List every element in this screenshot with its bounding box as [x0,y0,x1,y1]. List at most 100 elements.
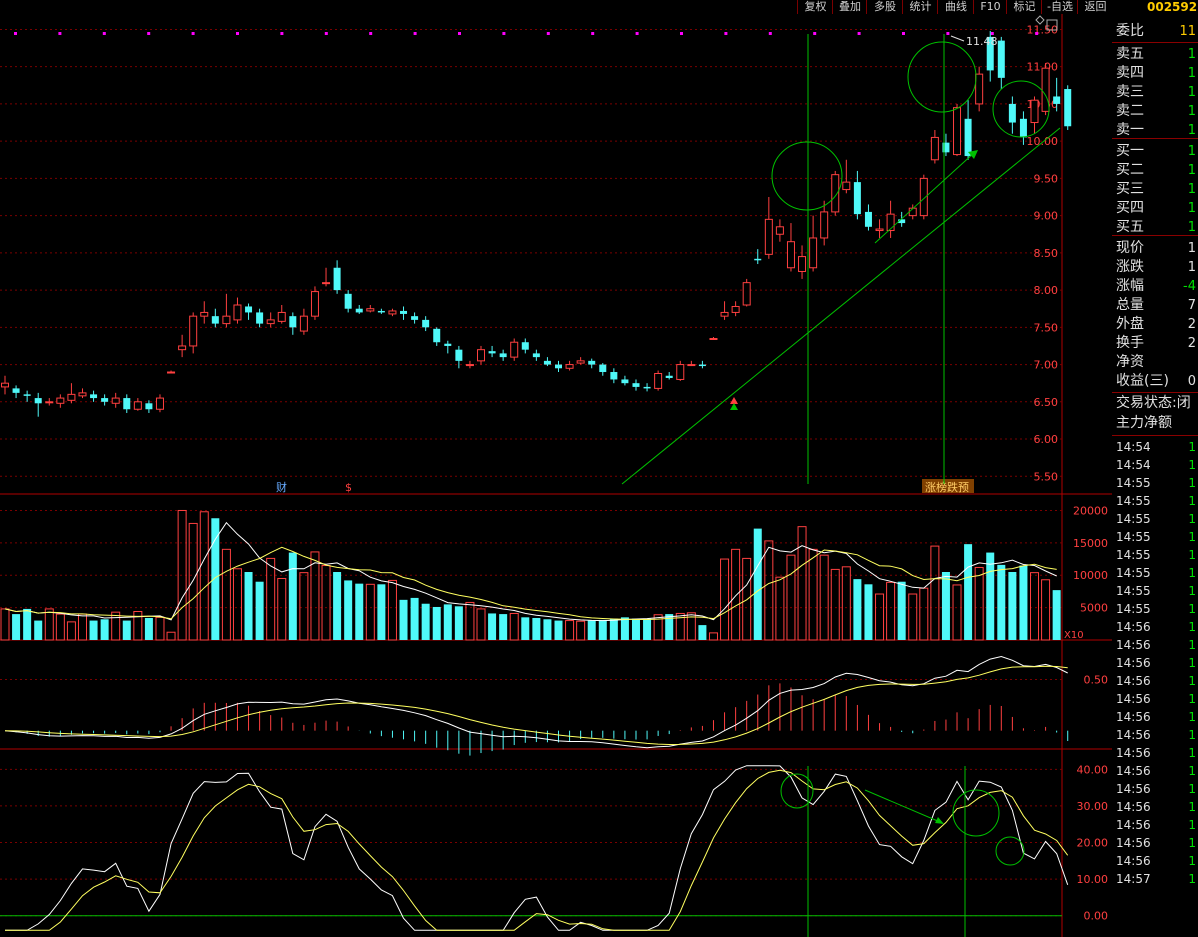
volume-bar-up [952,584,962,641]
tick-time: 14:56 [1116,728,1151,742]
volume-bar-up [266,557,276,641]
tick-volume: 1 [1188,638,1196,652]
quote-row: 买二 1 [1112,161,1198,180]
volume-bar-down [864,584,873,640]
volume-bar-up [830,568,840,641]
kdj-d-line [5,769,1069,931]
volume-bar-down [399,599,408,640]
high-price-pointer [950,35,965,42]
volume-bar-up [277,577,287,641]
kline-chart[interactable]: 11.5011.0010.5010.009.509.008.508.007.50… [0,14,1112,937]
tick-row: 14:56 1 [1112,672,1198,690]
event-marker-dot [902,32,905,35]
tick-time: 14:56 [1116,710,1151,724]
quote-value: 0 [1187,374,1196,389]
toolbar-button-4[interactable]: 曲线 [937,0,974,14]
tick-time: 14:55 [1116,512,1151,526]
volume-bar-down [1019,565,1028,640]
candle-down [245,306,253,313]
volume-bar-up [576,620,586,641]
event-label: 财 [276,480,287,494]
candle-up [56,397,65,404]
quote-row: 总量 7 [1112,296,1198,315]
event-marker-dot [102,32,106,35]
volume-bar-down [532,617,541,640]
candle-down [588,360,596,365]
candle-up [78,392,87,397]
quote-row: 收益(三) 0 [1112,372,1198,391]
tick-row: 14:55 1 [1112,474,1198,492]
annotation-arrowhead [935,817,944,824]
tick-row: 14:56 1 [1112,726,1198,744]
quote-label: 收益(三) [1116,373,1169,389]
tick-row: 14:55 1 [1112,528,1198,546]
tick-row: 14:56 1 [1112,762,1198,780]
volume-bar-up [55,613,65,641]
candle-down [377,310,385,313]
toolbar-button-0[interactable]: 复权 [797,0,833,14]
kdj-tick-label: 30.00 [1077,800,1109,813]
quote-value: 11 [1179,24,1196,39]
volume-tick-label: 20000 [1073,504,1108,517]
event-marker-dot [413,32,417,35]
toolbar-button-1[interactable]: 叠加 [832,0,867,14]
candle-down [145,403,153,410]
tick-time: 14:54 [1116,458,1151,472]
quote-row: 外盘 2 [1112,315,1198,334]
quote-label: 外盘 [1116,316,1144,332]
toolbar-button-7[interactable]: -自选 [1041,0,1078,14]
candle-up [731,305,740,313]
toolbar-button-3[interactable]: 统计 [902,0,938,14]
candle-up [809,237,818,269]
tick-volume: 1 [1188,836,1196,850]
tick-time: 14:56 [1116,746,1151,760]
tick-volume: 1 [1188,764,1196,778]
volume-bar-up [44,608,54,641]
tick-time: 14:55 [1116,584,1151,598]
candle-down [521,342,529,350]
candle-down [543,360,551,365]
volume-bar-down [122,620,131,640]
kdj-tick-label: 40.00 [1077,763,1109,776]
price-tick-label: 9.50 [1034,172,1059,185]
quote-label: 主力净额 [1116,415,1172,431]
quote-label: 涨幅 [1116,278,1144,294]
quote-row: 买四 1 [1112,199,1198,218]
candle-up [786,241,795,269]
volume-bar-up [886,581,896,641]
toolbar-button-6[interactable]: 标记 [1006,0,1042,14]
tick-volume: 1 [1188,674,1196,688]
candle-down [12,388,20,393]
tick-row: 14:56 1 [1112,690,1198,708]
toolbar-button-2[interactable]: 多股 [866,0,903,14]
volume-bar-down [211,518,220,640]
candle-down [1019,118,1027,138]
volume-bar-down [12,614,21,640]
candle-down [123,398,131,410]
toolbar-button-5[interactable]: F10 [973,0,1007,14]
candle-down [355,308,363,313]
candle-down [256,312,264,324]
quote-value: 1 [1187,241,1196,256]
volume-bar-up [133,611,143,641]
quote-label: 委比 [1116,23,1144,39]
candle-down [411,316,419,320]
candle-down [455,349,463,361]
quote-value: 1 [1187,144,1196,159]
event-marker-dot [724,32,728,35]
kdj-tick-label: 20.00 [1077,837,1109,850]
volume-bar-down [643,618,652,640]
candle-down [23,394,31,396]
tick-row: 14:54 1 [1112,456,1198,474]
toolbar-button-8[interactable]: 返回 [1077,0,1113,14]
price-tick-label: 5.50 [1034,470,1059,483]
candle-up [310,291,319,317]
volume-bar-down [344,580,353,640]
event-marker-dot [191,32,195,35]
event-marker-dot [236,32,239,35]
event-marker-dot [458,32,461,35]
volume-bar-up [509,612,519,641]
quote-label: 卖三 [1116,84,1144,100]
candle-up [200,311,209,317]
tick-time: 14:56 [1116,836,1151,850]
